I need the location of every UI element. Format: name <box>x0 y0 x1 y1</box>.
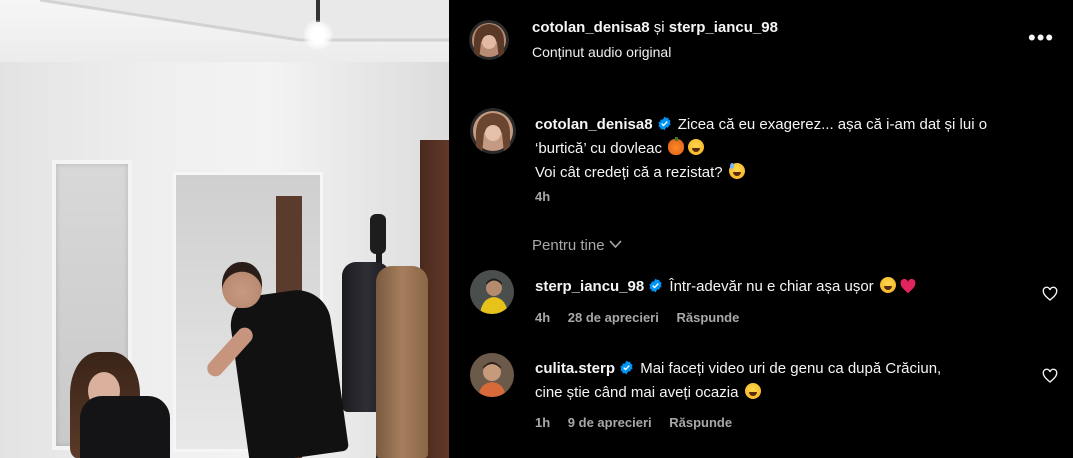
comment-text: Într-adevăr nu e chiar așa ușor <box>669 278 874 295</box>
heart-icon[interactable] <box>1042 368 1058 384</box>
more-options-icon[interactable]: ••• <box>1028 27 1054 49</box>
caption-time: 4h <box>535 189 551 204</box>
comment-likes[interactable]: 9 de aprecieri <box>568 415 652 430</box>
comment-body: sterp_iancu_98 Într-adevăr nu e chiar aș… <box>535 275 1015 302</box>
comment-time: 1h <box>535 415 551 430</box>
comment-time: 4h <box>535 310 551 325</box>
video-man-body <box>226 285 350 458</box>
verified-icon <box>619 359 634 375</box>
header-user2[interactable]: sterp_iancu_98 <box>669 19 778 36</box>
verified-icon <box>648 277 663 293</box>
video-cornice <box>40 0 449 42</box>
comment-text-line1: Mai faceți video uri de genu ca după Cră… <box>640 360 942 377</box>
laughing-emoji <box>879 277 896 293</box>
comments-sort-label: Pentru tine <box>532 237 605 254</box>
comment-avatar[interactable] <box>470 353 514 397</box>
pumpkin-emoji <box>668 137 685 155</box>
video-lamp <box>303 20 333 50</box>
laughing-emoji <box>744 383 761 399</box>
video-girl-body <box>80 396 170 458</box>
header-avatar[interactable] <box>469 20 509 60</box>
chevron-down-icon <box>608 240 622 252</box>
header-avatar-image <box>469 20 509 60</box>
comment-avatar-image <box>470 353 514 397</box>
header-separator: și <box>653 19 665 36</box>
comment-avatar[interactable] <box>470 270 514 314</box>
caption: cotolan_denisa8 Zicea că eu exagerez... … <box>535 113 1035 185</box>
caption-line2: Voi cât credeți că a rezistat? <box>535 164 723 181</box>
comment-likes[interactable]: 28 de aprecieri <box>568 310 659 325</box>
video-player[interactable] <box>0 0 449 458</box>
video-coat-rack-top <box>370 214 386 254</box>
comment-username[interactable]: sterp_iancu_98 <box>535 278 644 295</box>
reply-button[interactable]: Răspunde <box>669 415 732 430</box>
header-user1[interactable]: cotolan_denisa8 <box>532 19 650 36</box>
comment-text-line2: cine știe când mai aveți ocazia <box>535 384 739 401</box>
comment-body: culita.sterp Mai faceți video uri de gen… <box>535 357 1015 405</box>
reply-button[interactable]: Răspunde <box>676 310 739 325</box>
comment-meta: 1h 9 de aprecieri Răspunde <box>535 415 746 430</box>
comment-avatar-image <box>470 270 514 314</box>
red-heart-emoji <box>900 278 916 302</box>
heart-icon[interactable] <box>1042 286 1058 302</box>
laughing-emoji <box>688 139 705 155</box>
comments-sort-dropdown[interactable]: Pentru tine <box>532 237 622 254</box>
video-lamp-cord <box>316 0 320 22</box>
comment-meta: 4h 28 de aprecieri Răspunde <box>535 310 753 325</box>
caption-username[interactable]: cotolan_denisa8 <box>535 116 653 133</box>
video-camel-coat <box>376 266 428 458</box>
audio-label[interactable]: Conținut audio original <box>532 44 671 60</box>
caption-avatar[interactable] <box>470 108 516 154</box>
verified-icon <box>657 115 672 131</box>
video-man-head <box>222 262 262 308</box>
sweat-smile-emoji <box>728 163 745 179</box>
comment-username[interactable]: culita.sterp <box>535 360 615 377</box>
header-usernames[interactable]: cotolan_denisa8 și sterp_iancu_98 <box>532 19 778 36</box>
caption-avatar-image <box>470 108 516 154</box>
